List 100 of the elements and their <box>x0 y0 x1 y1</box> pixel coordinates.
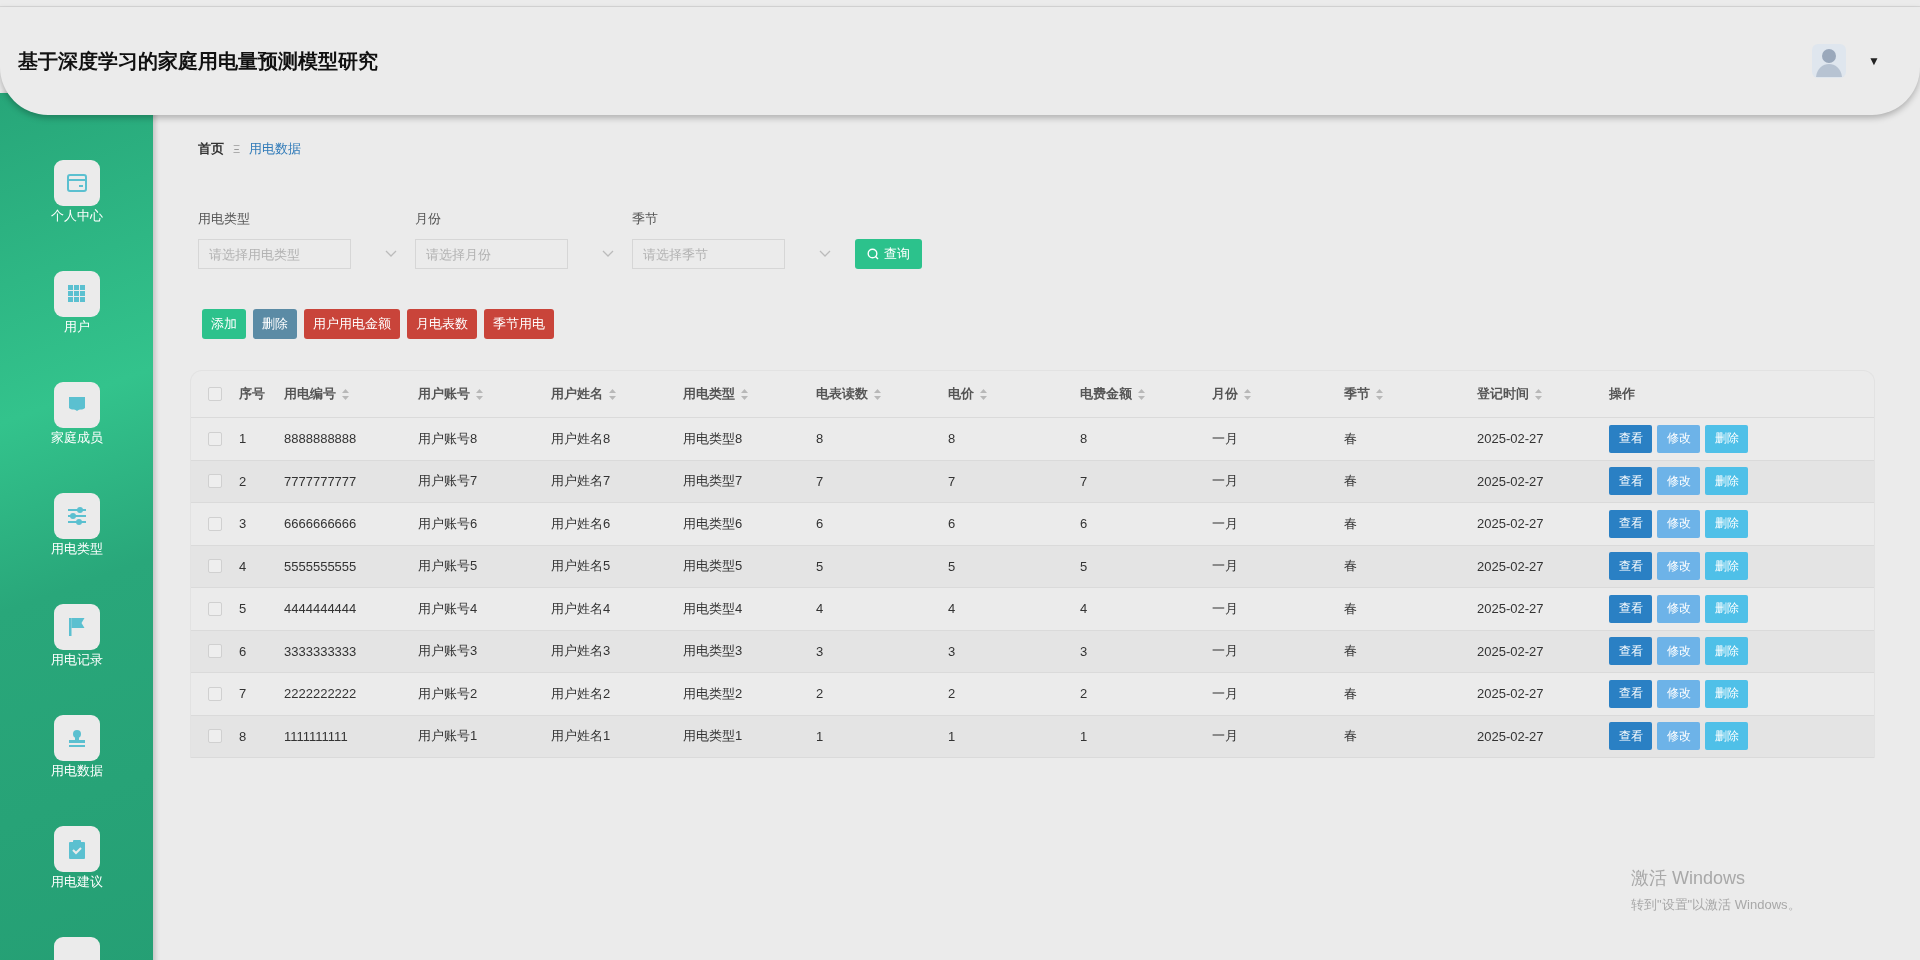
row-action-button[interactable]: 删除 <box>1705 509 1748 538</box>
table-cell: 5 <box>948 558 956 574</box>
row-action-button[interactable]: 删除 <box>1705 467 1748 496</box>
sort-icon[interactable] <box>874 388 881 400</box>
nav-tile[interactable] <box>53 382 100 428</box>
table-cell: 用户账号5 <box>418 557 478 576</box>
row-action-button[interactable]: 修改 <box>1657 679 1700 708</box>
column-header[interactable]: 用户账号 <box>418 385 470 403</box>
clipboard-check-icon <box>67 839 86 859</box>
table-cell: 一月 <box>1212 642 1238 661</box>
row-action-button[interactable]: 查看 <box>1609 722 1652 751</box>
table-cell: 7 <box>948 473 956 489</box>
column-header[interactable]: 月份 <box>1212 385 1238 403</box>
row-action-button[interactable]: 修改 <box>1657 552 1700 581</box>
nav-tile[interactable] <box>53 271 100 317</box>
row-action-button[interactable]: 修改 <box>1657 424 1700 453</box>
row-action-button[interactable]: 删除 <box>1705 424 1748 453</box>
table-cell: 用户姓名8 <box>551 429 611 448</box>
sort-icon[interactable] <box>342 388 349 400</box>
app-title: 基于深度学习的家庭用电量预测模型研究 <box>18 48 378 74</box>
sort-icon[interactable] <box>1535 388 1542 400</box>
row-action-button[interactable]: 查看 <box>1609 509 1652 538</box>
row-action-button[interactable]: 查看 <box>1609 679 1652 708</box>
row-action-button[interactable]: 修改 <box>1657 467 1700 496</box>
row-action-button[interactable]: 删除 <box>1705 722 1748 751</box>
caret-icon[interactable]: ▼ <box>1868 54 1880 68</box>
checkbox[interactable] <box>208 559 222 574</box>
column-header[interactable]: 电表读数 <box>816 385 868 403</box>
avatar-icon[interactable] <box>1812 44 1847 78</box>
column-header[interactable]: 电价 <box>948 385 974 403</box>
column-header[interactable]: 登记时间 <box>1477 385 1529 403</box>
table-cell: 用电类型7 <box>683 472 743 491</box>
table-cell: 2222222222 <box>284 686 357 702</box>
action-button[interactable]: 删除 <box>253 309 297 339</box>
row-action-button[interactable]: 查看 <box>1609 467 1652 496</box>
sort-icon[interactable] <box>1244 388 1251 400</box>
checkbox[interactable] <box>208 686 222 701</box>
breadcrumb-current: 用电数据 <box>249 140 302 158</box>
column-header[interactable]: 用户姓名 <box>551 385 603 403</box>
checkbox[interactable] <box>208 729 222 744</box>
table-cell: 用户账号7 <box>418 472 478 491</box>
row-action-button[interactable]: 查看 <box>1609 424 1652 453</box>
column-header[interactable]: 电费金额 <box>1080 385 1132 403</box>
chevron-down-icon[interactable] <box>819 250 831 258</box>
column-header[interactable]: 用电类型 <box>683 385 735 403</box>
row-action-button[interactable]: 修改 <box>1657 594 1700 623</box>
sort-icon[interactable] <box>609 388 616 400</box>
row-action-button[interactable]: 查看 <box>1609 637 1652 666</box>
nav-tile[interactable] <box>53 493 100 539</box>
stamp-icon <box>66 729 87 747</box>
chevron-down-icon[interactable] <box>602 250 614 258</box>
sort-icon[interactable] <box>476 388 483 400</box>
row-action-button[interactable]: 删除 <box>1705 637 1748 666</box>
row-action-button[interactable]: 查看 <box>1609 552 1652 581</box>
sort-icon[interactable] <box>741 388 748 400</box>
checkbox[interactable] <box>208 516 222 531</box>
checkbox[interactable] <box>208 644 222 659</box>
nav-tile[interactable] <box>53 826 100 872</box>
row-action-button[interactable]: 修改 <box>1657 722 1700 751</box>
action-button[interactable]: 月电表数 <box>407 309 477 339</box>
checkbox[interactable] <box>208 474 222 489</box>
nav-label[interactable]: 用电记录 <box>50 652 103 668</box>
checkbox[interactable] <box>208 601 222 616</box>
row-action-button[interactable]: 修改 <box>1657 509 1700 538</box>
nav-label[interactable]: 用电类型 <box>50 541 103 557</box>
sort-icon[interactable] <box>1138 388 1145 400</box>
action-button[interactable]: 添加 <box>202 309 246 339</box>
column-header[interactable]: 用电编号 <box>284 385 336 403</box>
checkbox[interactable] <box>208 431 222 446</box>
table-cell: 用电类型8 <box>683 429 743 448</box>
table-cell: 6 <box>816 516 824 532</box>
column-header[interactable]: 季节 <box>1344 385 1370 403</box>
table-cell: 8888888888 <box>284 431 357 447</box>
table-cell: 用户姓名7 <box>551 472 611 491</box>
breadcrumb-link[interactable]: 首页 <box>198 140 224 158</box>
table-cell: 一月 <box>1212 599 1238 618</box>
table-cell: 用电类型1 <box>683 727 743 746</box>
nav-label[interactable]: 个人中心 <box>50 208 103 224</box>
table-cell: 春 <box>1344 642 1357 661</box>
sort-icon[interactable] <box>1376 388 1383 400</box>
row-action-button[interactable]: 查看 <box>1609 594 1652 623</box>
nav-tile[interactable] <box>53 604 100 650</box>
nav-label[interactable]: 用户 <box>63 319 90 335</box>
nav-label[interactable]: 用电建议 <box>50 874 103 890</box>
row-action-button[interactable]: 删除 <box>1705 552 1748 581</box>
nav-tile[interactable] <box>53 715 100 761</box>
row-action-button[interactable]: 删除 <box>1705 679 1748 708</box>
search-button[interactable]: 查询 <box>855 239 922 269</box>
sort-icon[interactable] <box>980 388 987 400</box>
action-button[interactable]: 用户用电金额 <box>304 309 400 339</box>
table-cell: 7 <box>1080 473 1088 489</box>
nav-tile[interactable] <box>53 160 100 206</box>
action-button[interactable]: 季节用电 <box>484 309 554 339</box>
nav-label[interactable]: 家庭成员 <box>50 430 103 446</box>
row-action-button[interactable]: 修改 <box>1657 637 1700 666</box>
table-cell: 用户账号8 <box>418 429 478 448</box>
row-action-button[interactable]: 删除 <box>1705 594 1748 623</box>
checkbox[interactable] <box>208 387 222 401</box>
chevron-down-icon[interactable] <box>385 250 397 258</box>
nav-label[interactable]: 用电数据 <box>50 763 103 779</box>
